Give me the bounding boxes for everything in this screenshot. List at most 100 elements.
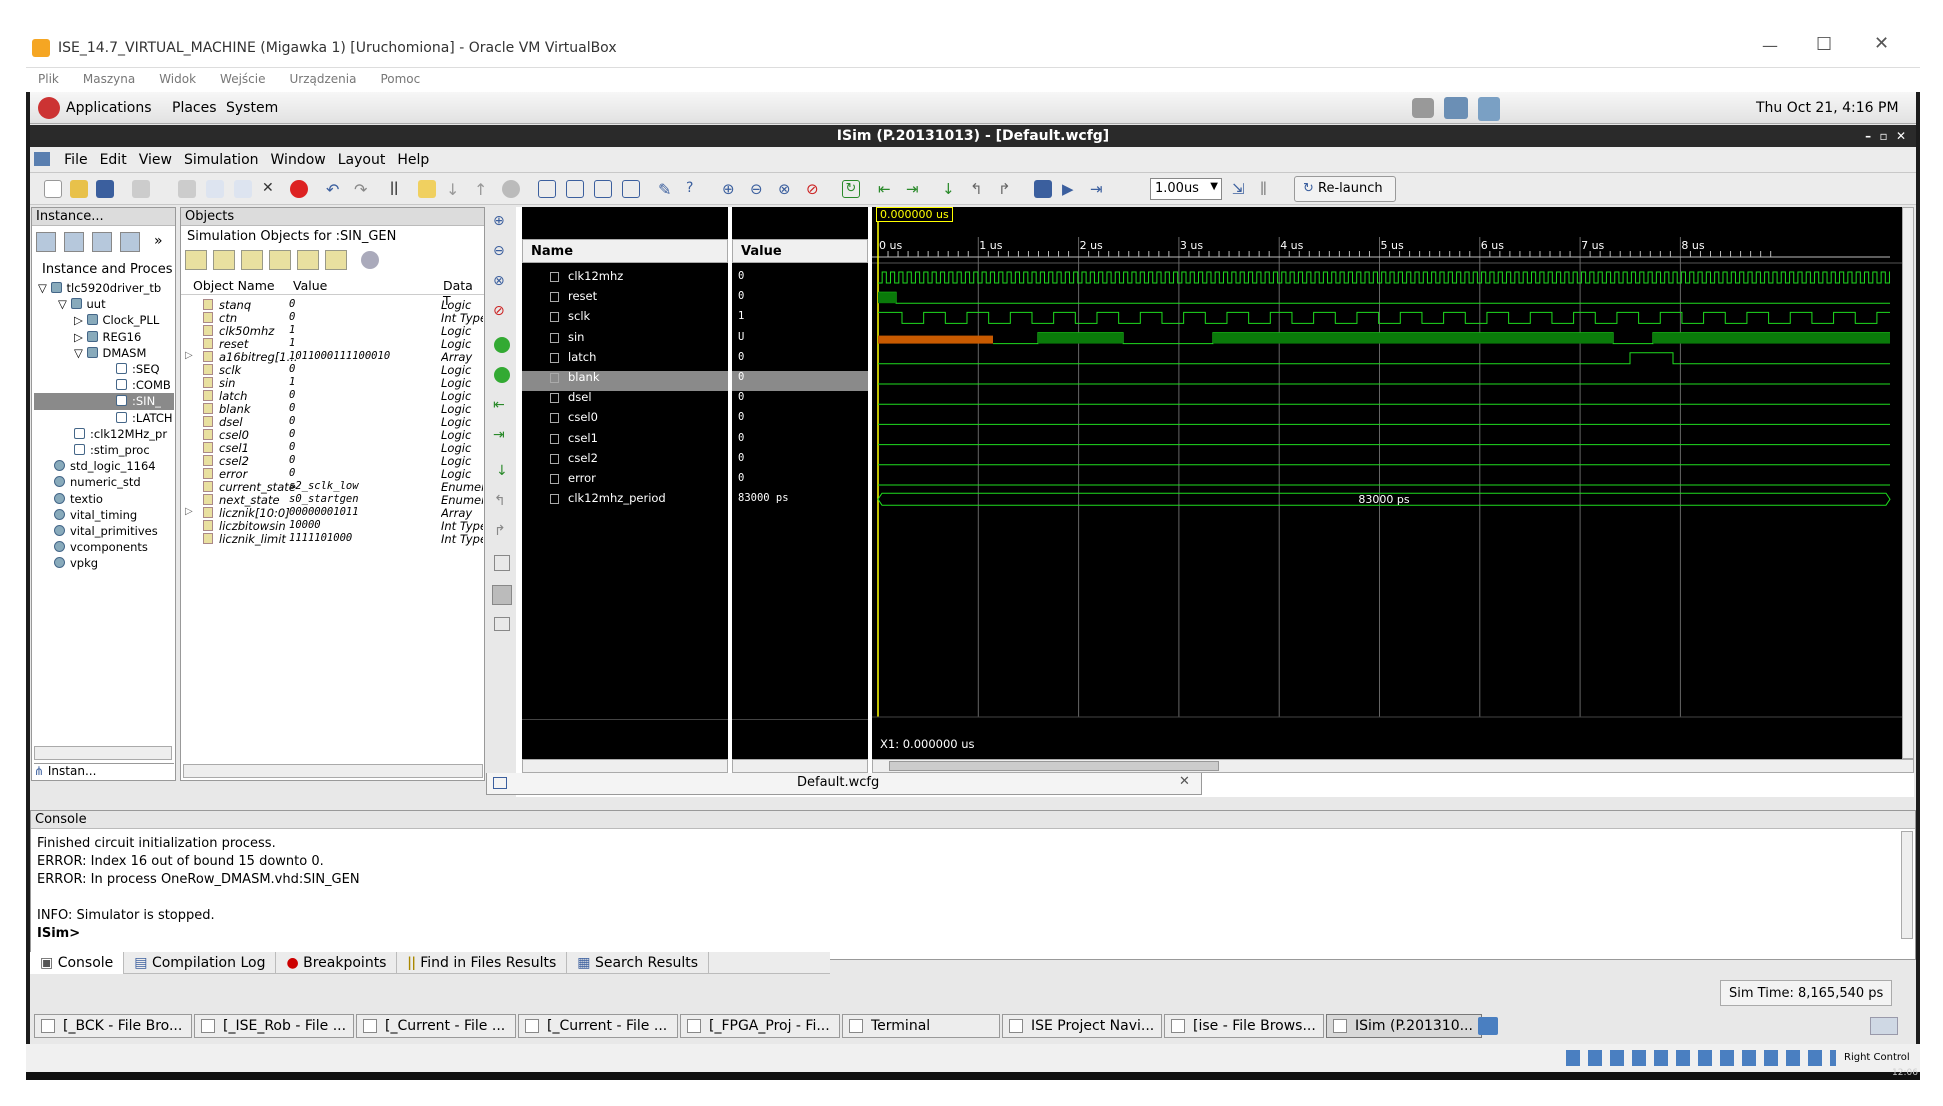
menu-window[interactable]: Window — [265, 147, 332, 173]
swap-icon[interactable] — [492, 585, 512, 605]
taskbar-button[interactable]: ISE Project Navi... — [1002, 1014, 1162, 1038]
snap-icon[interactable] — [494, 555, 510, 571]
tab-breakpoints[interactable]: ● Breakpoints — [276, 952, 398, 974]
wave-signal-name[interactable]: reset — [568, 289, 597, 303]
filter-variables-icon[interactable] — [325, 250, 347, 270]
update-icon[interactable] — [1478, 97, 1500, 121]
copy-icon[interactable] — [206, 180, 224, 198]
wave-signal-name[interactable]: latch — [568, 350, 596, 364]
menu-file[interactable]: File — [58, 147, 93, 173]
zoom-fit-icon[interactable]: ⊗ — [778, 180, 796, 198]
find-next-icon[interactable] — [418, 180, 436, 198]
cut-icon[interactable] — [178, 180, 196, 198]
zoom-cursor-icon[interactable]: ⊘ — [806, 180, 824, 198]
prev-transition-icon[interactable]: ⇤ — [878, 180, 896, 198]
tree-item[interactable]: :LATCH — [34, 410, 174, 426]
next-edge-side-icon[interactable]: ⇥ — [493, 427, 505, 443]
console-prompt[interactable]: ISim> — [37, 925, 1897, 943]
objects-settings-icon[interactable] — [361, 251, 379, 269]
workspace-switcher-icon[interactable] — [1478, 1017, 1498, 1035]
zoom-in-icon[interactable]: ⊕ — [722, 180, 740, 198]
zoom-out-side-icon[interactable]: ⊖ — [493, 243, 505, 259]
add-marker-icon[interactable]: ↓ — [942, 180, 960, 198]
pause-icon[interactable]: ǁ — [1260, 180, 1278, 198]
undo-icon[interactable]: ↶ — [326, 180, 344, 199]
wave-signal-name[interactable]: dsel — [568, 390, 592, 404]
close-icon[interactable]: ✕ — [1874, 33, 1889, 54]
go-start-icon[interactable] — [494, 337, 510, 353]
taskbar-button[interactable]: [_Current - File ... — [356, 1014, 516, 1038]
vbox-menu-urzadzenia[interactable]: Urządzenia — [277, 68, 368, 90]
waveform-pane[interactable]: 0 us 1 us 2 us 3 us 4 us 5 us 6 us 7 us 8 us 8300… — [872, 207, 1902, 759]
go-end-icon[interactable] — [494, 367, 510, 383]
zoom-in-side-icon[interactable]: ⊕ — [493, 213, 505, 229]
tree-item[interactable]: :COMB — [34, 377, 174, 393]
clear-icon[interactable] — [502, 180, 520, 198]
wave-vscroll[interactable] — [1902, 207, 1914, 759]
prev-marker-icon[interactable]: ↰ — [970, 180, 988, 198]
taskbar-button[interactable]: [_Current - File ... — [518, 1014, 678, 1038]
tab-find-in-files[interactable]: ǀǀ Find in Files Results — [397, 952, 568, 974]
zoom-out-icon[interactable]: ⊖ — [750, 180, 768, 198]
tree-item[interactable]: ▷ REG16 — [34, 329, 174, 345]
waveform-canvas[interactable]: 0 us 1 us 2 us 3 us 4 us 5 us 6 us 7 us 8 us 8300… — [872, 207, 1902, 759]
find-icon[interactable]: ǀǀ — [390, 180, 408, 198]
wave-signal-name[interactable]: error — [568, 471, 596, 485]
step-icon[interactable]: ⇲ — [1232, 180, 1250, 198]
open-icon[interactable] — [70, 180, 88, 198]
wave-hscroll[interactable] — [872, 759, 1914, 773]
value-header[interactable]: Value — [732, 239, 868, 263]
tree-item[interactable]: vital_timing — [34, 507, 174, 523]
up-arrow-icon[interactable]: ↑ — [474, 180, 492, 199]
objects-hscroll[interactable] — [183, 764, 483, 778]
tree-item[interactable]: vital_primitives — [34, 523, 174, 539]
gnome-menu-applications[interactable]: Applications — [66, 100, 152, 116]
gnome-foot-icon[interactable] — [38, 97, 60, 119]
taskbar-button[interactable]: [ise - File Brows... — [1164, 1014, 1324, 1038]
tree-item[interactable]: :SEQ — [34, 361, 174, 377]
filter-bidir-icon[interactable] — [241, 250, 263, 270]
taskbar-button[interactable]: Terminal — [842, 1014, 1000, 1038]
instance-tool-3-icon[interactable] — [92, 232, 112, 252]
tab-compilation-log[interactable]: ▤ Compilation Log — [124, 952, 277, 974]
vbox-menu-pomoc[interactable]: Pomoc — [368, 68, 432, 90]
layout-1-icon[interactable] — [538, 180, 556, 198]
taskbar-button[interactable]: [_ISE_Rob - File ... — [194, 1014, 354, 1038]
tree-item[interactable]: textio — [34, 491, 174, 507]
layout-2-icon[interactable] — [566, 180, 584, 198]
col-value[interactable]: Value — [293, 278, 327, 293]
run-all-icon[interactable]: ▶ — [1062, 180, 1080, 198]
tree-item[interactable]: :clk12MHz_pr — [34, 426, 174, 442]
tree-item[interactable]: ▷ Clock_PLL — [34, 312, 174, 328]
instances-tab[interactable]: ⋔ Instan... — [34, 763, 174, 781]
network-icon[interactable] — [1444, 97, 1468, 119]
instances-hscroll[interactable] — [34, 746, 172, 760]
vbox-menu-widok[interactable]: Widok — [147, 68, 208, 90]
tree-item-selected[interactable]: :SIN_ — [34, 393, 174, 410]
tab-search-results[interactable]: ▦ Search Results — [567, 952, 710, 974]
wave-signal-name[interactable]: sin — [568, 330, 584, 344]
console-vscroll[interactable] — [1901, 831, 1913, 939]
overflow-icon[interactable]: » — [154, 233, 163, 249]
properties-icon[interactable]: ✎ — [658, 180, 676, 199]
vbox-menu-plik[interactable]: Plik — [26, 68, 71, 90]
instances-header[interactable]: Instance and Proces — [42, 262, 174, 277]
vbox-menu-maszyna[interactable]: Maszyna — [71, 68, 147, 90]
restart-icon[interactable] — [1034, 180, 1052, 198]
add-marker-side-icon[interactable]: ↓ — [496, 463, 508, 479]
instance-tool-2-icon[interactable] — [64, 232, 84, 252]
relaunch-button[interactable]: ↻ Re-launch — [1294, 176, 1396, 202]
wave-doc-tab[interactable]: Default.wcfg ✕ — [486, 773, 1202, 795]
tree-item[interactable]: ▽ DMASM — [34, 345, 174, 361]
instance-tool-4-icon[interactable] — [120, 232, 140, 252]
tree-item[interactable]: :stim_proc — [34, 442, 174, 458]
filter-outputs-icon[interactable] — [213, 250, 235, 270]
tree-item[interactable]: ▽ tlc5920driver_tb — [34, 280, 174, 296]
help-icon[interactable]: ? — [686, 180, 704, 198]
vbox-menu-wejscie[interactable]: Wejście — [208, 68, 277, 90]
stop-icon[interactable] — [290, 180, 308, 198]
menu-help[interactable]: Help — [391, 147, 435, 173]
run-for-icon[interactable]: ⇥ — [1090, 180, 1108, 198]
print-icon[interactable] — [132, 180, 150, 198]
tree-item[interactable]: vcomponents — [34, 539, 174, 555]
